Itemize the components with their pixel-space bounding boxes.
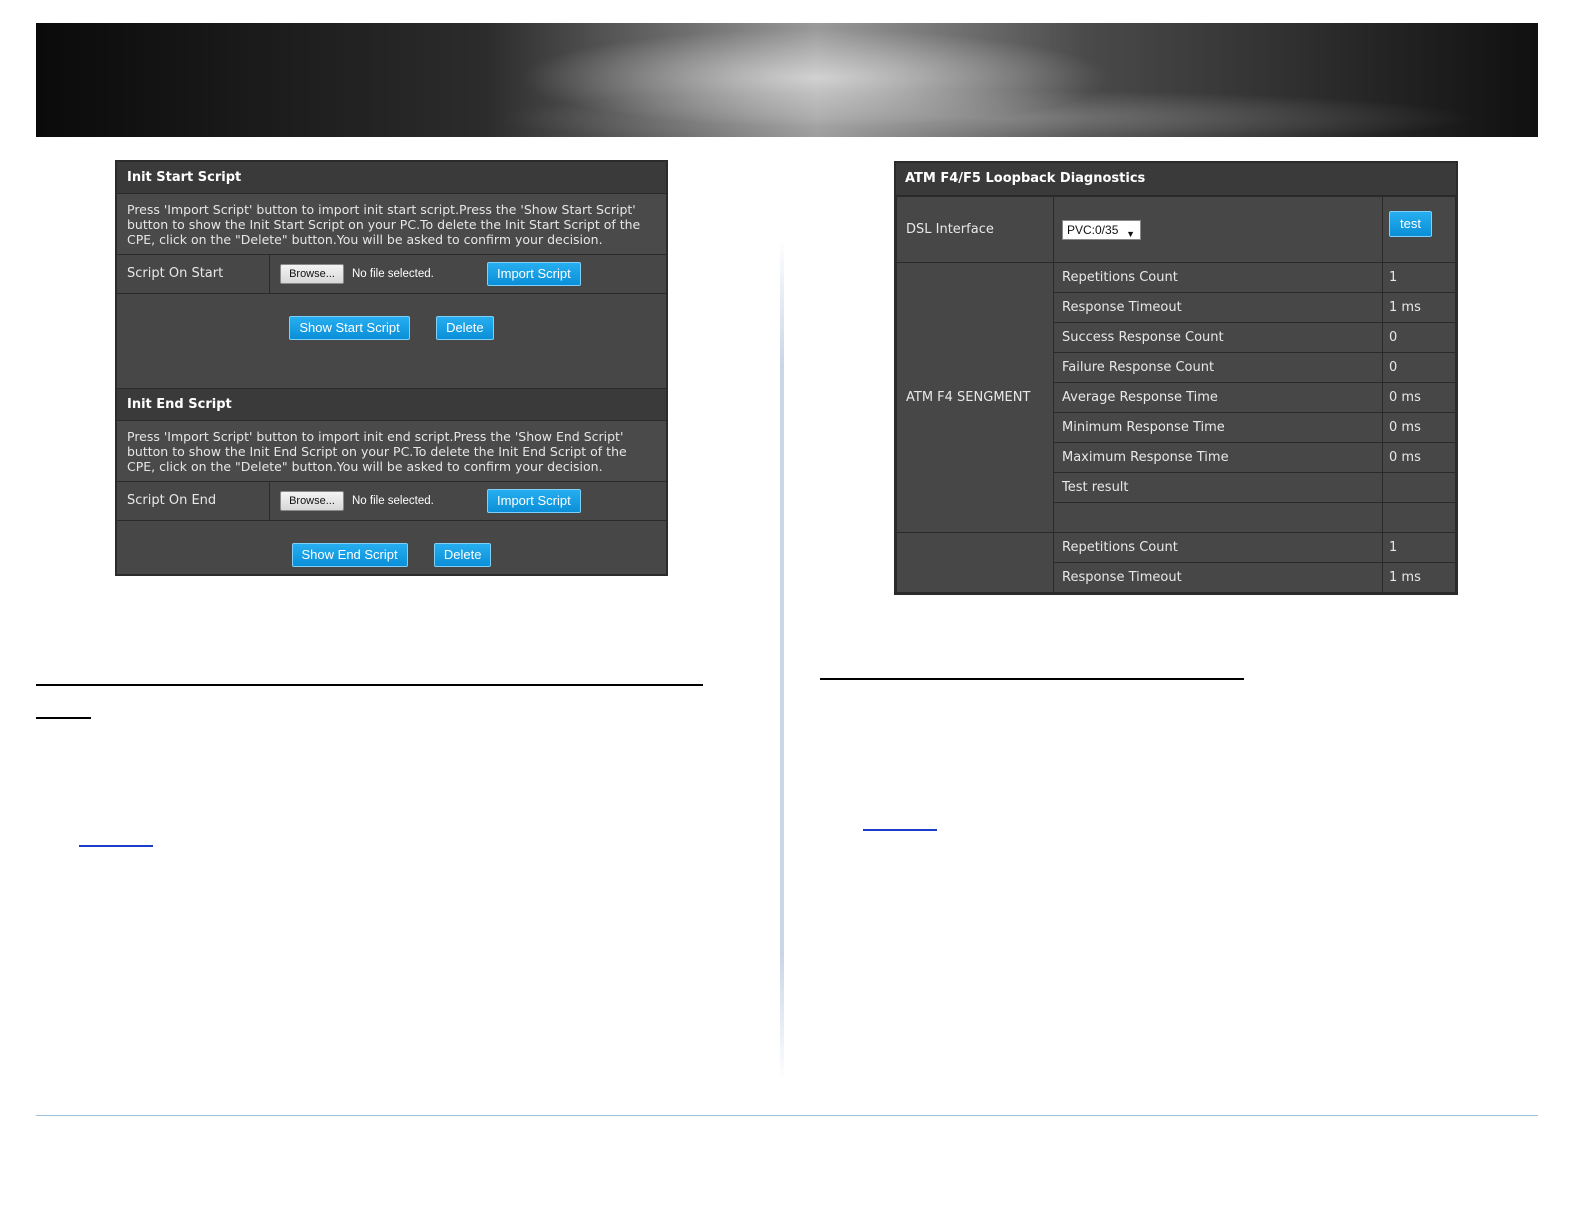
column-divider: [780, 240, 784, 1080]
row-value: 0 ms: [1382, 382, 1456, 413]
start-delete-button[interactable]: Delete: [436, 316, 494, 340]
dsl-interface-cell: PVC:0/35 ▼: [1053, 196, 1383, 263]
row-label: Average Response Time: [1053, 382, 1383, 413]
row-label: Repetitions Count: [1053, 532, 1383, 563]
row-label: Failure Response Count: [1053, 352, 1383, 383]
end-browse-button[interactable]: Browse...: [280, 491, 344, 511]
table-row: Repetitions Count 1: [896, 532, 1456, 593]
row-value: 1: [1382, 532, 1456, 563]
section-rule-left: [36, 684, 703, 686]
row-value: 0 ms: [1382, 412, 1456, 443]
atm-table: DSL Interface PVC:0/35 ▼ test ATM F4 SENG…: [896, 196, 1456, 593]
row-label: Test result: [1053, 472, 1383, 503]
link-underline-left[interactable]: [79, 845, 153, 847]
atm-title: ATM F4/F5 Loopback Diagnostics: [896, 163, 1456, 196]
row-label: Response Timeout: [1053, 292, 1383, 323]
dsl-interface-row: DSL Interface PVC:0/35 ▼ test: [896, 196, 1456, 263]
start-file-control: Browse... No file selected. Import Scrip…: [270, 255, 666, 293]
row-value: 1 ms: [1382, 562, 1456, 593]
show-start-script-button[interactable]: Show Start Script: [289, 316, 410, 340]
end-actions: Show End Script Delete: [117, 521, 666, 567]
f4-segment-label: ATM F4 SENGMENT: [896, 262, 1054, 533]
test-cell: test: [1382, 196, 1456, 263]
atm-loopback-panel: ATM F4/F5 Loopback Diagnostics DSL Inter…: [894, 161, 1458, 595]
start-script-description: Press 'Import Script' button to import i…: [117, 194, 666, 255]
row-label: Minimum Response Time: [1053, 412, 1383, 443]
row-label: Response Timeout: [1053, 562, 1383, 593]
row-value: 0: [1382, 322, 1456, 353]
show-end-script-button[interactable]: Show End Script: [291, 543, 408, 567]
end-import-script-button[interactable]: Import Script: [487, 489, 581, 513]
end-script-description: Press 'Import Script' button to import i…: [117, 421, 666, 482]
chevron-down-icon: ▼: [1126, 228, 1135, 239]
row-value: [1382, 502, 1456, 533]
start-no-file-text: No file selected.: [352, 268, 434, 280]
row-value: 0: [1382, 352, 1456, 383]
row-label: Repetitions Count: [1053, 262, 1383, 293]
row-value: 0 ms: [1382, 442, 1456, 473]
next-segment-label: [896, 532, 1054, 593]
init-script-panel: Init Start Script Press 'Import Script' …: [115, 160, 668, 576]
script-on-start-row: Script On Start Browse... No file select…: [117, 255, 666, 294]
link-underline-right[interactable]: [863, 829, 937, 831]
script-on-start-label: Script On Start: [117, 255, 270, 293]
script-on-end-label: Script On End: [117, 482, 270, 520]
dsl-interface-select[interactable]: PVC:0/35 ▼: [1062, 219, 1141, 240]
end-no-file-text: No file selected.: [352, 495, 434, 507]
row-label: [1053, 502, 1383, 533]
end-delete-button[interactable]: Delete: [433, 543, 492, 567]
row-value: 1: [1382, 262, 1456, 293]
start-import-script-button[interactable]: Import Script: [487, 262, 581, 286]
row-label: Success Response Count: [1053, 322, 1383, 353]
dsl-interface-label: DSL Interface: [896, 196, 1054, 263]
script-on-end-row: Script On End Browse... No file selected…: [117, 482, 666, 521]
footer-rule: [36, 1115, 1538, 1116]
row-value: 1 ms: [1382, 292, 1456, 323]
start-script-title: Init Start Script: [117, 162, 666, 194]
row-value: [1382, 472, 1456, 503]
row-label: Maximum Response Time: [1053, 442, 1383, 473]
table-row: ATM F4 SENGMENT Repetitions Count 1: [896, 262, 1456, 533]
start-browse-button[interactable]: Browse...: [280, 264, 344, 284]
section-rule-right: [820, 678, 1244, 680]
end-file-control: Browse... No file selected. Import Scrip…: [270, 482, 666, 520]
header-banner: [36, 23, 1538, 137]
start-actions: Show Start Script Delete: [117, 294, 666, 389]
end-script-title: Init End Script: [117, 389, 666, 421]
section-rule-left-short: [36, 717, 91, 719]
test-button[interactable]: test: [1389, 211, 1432, 237]
